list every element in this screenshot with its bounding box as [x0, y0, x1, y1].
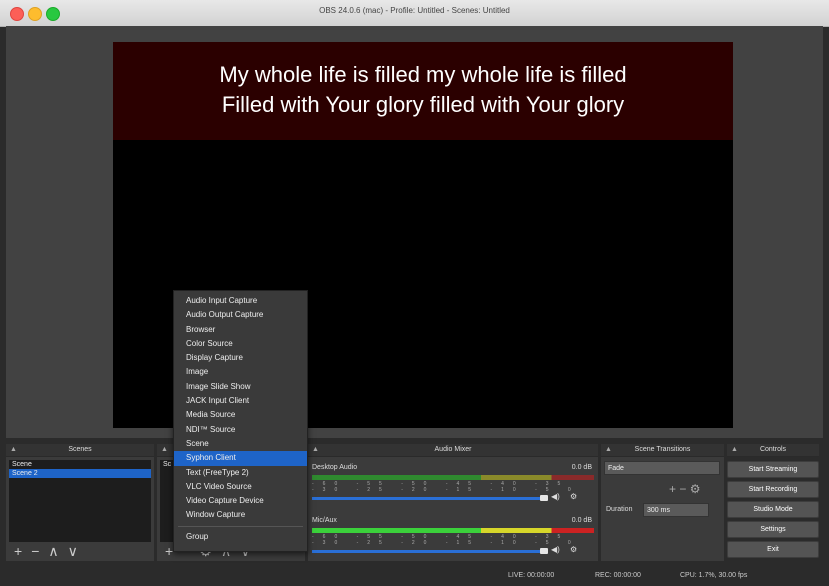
audio-mixer-header: ▲ Audio Mixer — [308, 444, 598, 457]
menu-item-image[interactable]: Image — [174, 365, 307, 379]
remove-transition-button[interactable]: − — [679, 482, 686, 496]
duration-field[interactable]: 300 ms — [643, 503, 709, 517]
lyrics-banner: My whole life is filled my whole life is… — [113, 42, 733, 140]
rec-timer: REC: 00:00:00 — [595, 572, 641, 579]
cpu-fps: CPU: 1.7%, 30.00 fps — [680, 572, 748, 579]
scene-item[interactable]: Scene — [9, 460, 151, 469]
menu-item-jack-input-client[interactable]: JACK Input Client — [174, 394, 307, 408]
volume-slider[interactable] — [312, 550, 544, 553]
menu-item-browser[interactable]: Browser — [174, 323, 307, 337]
menu-item-ndi-source[interactable]: NDI™ Source — [174, 423, 307, 437]
volume-slider-handle[interactable] — [540, 548, 548, 554]
exit-button[interactable]: Exit — [727, 541, 819, 558]
menu-separator — [178, 525, 303, 527]
menu-item-media-source[interactable]: Media Source — [174, 408, 307, 422]
settings-button[interactable]: Settings — [727, 521, 819, 538]
transition-settings-icon[interactable]: ⚙ — [690, 482, 701, 496]
add-scene-button[interactable]: + — [14, 543, 22, 559]
volume-meter-active — [312, 528, 594, 533]
menu-item-display-capture[interactable]: Display Capture — [174, 351, 307, 365]
dock-float-icon[interactable]: ▲ — [605, 444, 612, 456]
window-title: OBS 24.0.6 (mac) - Profile: Untitled - S… — [319, 6, 510, 15]
add-source-menu: Audio Input Capture Audio Output Capture… — [173, 290, 308, 552]
scenes-list[interactable]: Scene Scene 2 — [9, 460, 151, 542]
controls-header: ▲ Controls — [727, 444, 819, 457]
dock-float-icon[interactable]: ▲ — [731, 444, 738, 456]
controls-title: Controls — [759, 446, 787, 453]
lyrics-line-1: My whole life is filled my whole life is… — [219, 62, 627, 87]
start-recording-button[interactable]: Start Recording — [727, 481, 819, 498]
remove-scene-button[interactable]: − — [31, 543, 39, 559]
scene-transitions-dock: ▲ Scene Transitions Fade + − ⚙ Duration 3… — [601, 444, 724, 561]
gear-icon[interactable]: ⚙ — [570, 545, 577, 554]
scene-transitions-title: Scene Transitions — [634, 446, 691, 453]
add-transition-button[interactable]: + — [669, 482, 676, 496]
volume-slider[interactable] — [312, 497, 544, 500]
volume-meter — [312, 475, 594, 480]
menu-item-syphon-client[interactable]: Syphon Client — [174, 451, 307, 466]
audio-mixer-dock: ▲ Audio Mixer Desktop Audio 0.0 dB -60 -5… — [308, 444, 598, 561]
channel-db: 0.0 dB — [571, 517, 592, 524]
duration-label: Duration — [606, 506, 633, 513]
speaker-icon[interactable]: ◀) — [551, 545, 560, 554]
scenes-dock-header: ▲ Scenes — [6, 444, 154, 457]
add-source-button[interactable]: + — [165, 543, 173, 559]
move-scene-up-button[interactable]: ∧ — [48, 543, 58, 559]
speaker-icon[interactable]: ◀) — [551, 492, 560, 501]
scene-item-selected[interactable]: Scene 2 — [9, 469, 151, 478]
live-timer: LIVE: 00:00:00 — [508, 572, 555, 579]
transition-select[interactable]: Fade — [604, 461, 720, 475]
gear-icon[interactable]: ⚙ — [570, 492, 577, 501]
dock-float-icon[interactable]: ▲ — [10, 444, 17, 456]
scene-transitions-header: ▲ Scene Transitions — [601, 444, 724, 457]
scenes-dock: ▲ Scenes Scene Scene 2 + − ∧ ∨ — [6, 444, 154, 561]
menu-item-audio-input-capture[interactable]: Audio Input Capture — [174, 294, 307, 308]
menu-item-group[interactable]: Group — [174, 530, 307, 544]
start-streaming-button[interactable]: Start Streaming — [727, 461, 819, 478]
menu-item-vlc-video-source[interactable]: VLC Video Source — [174, 480, 307, 494]
preview-area: My whole life is filled my whole life is… — [6, 26, 823, 438]
menu-item-image-slide-show[interactable]: Image Slide Show — [174, 380, 307, 394]
audio-mixer-title: Audio Mixer — [434, 446, 472, 453]
lyrics-line-2: Filled with Your glory filled with Your … — [221, 92, 625, 117]
title-bar: OBS 24.0.6 (mac) - Profile: Untitled - S… — [0, 0, 829, 27]
channel-db: 0.0 dB — [571, 464, 592, 471]
status-bar: LIVE: 00:00:00 REC: 00:00:00 CPU: 1.7%, … — [0, 566, 829, 586]
menu-item-text-freetype[interactable]: Text (FreeType 2) — [174, 466, 307, 480]
dock-float-icon[interactable]: ▲ — [161, 444, 168, 456]
menu-item-window-capture[interactable]: Window Capture — [174, 508, 307, 522]
move-scene-down-button[interactable]: ∨ — [68, 543, 78, 559]
menu-item-video-capture-device[interactable]: Video Capture Device — [174, 494, 307, 508]
channel-name: Desktop Audio — [312, 464, 358, 471]
channel-name: Mic/Aux — [312, 517, 337, 524]
menu-item-color-source[interactable]: Color Source — [174, 337, 307, 351]
dock-float-icon[interactable]: ▲ — [312, 444, 319, 456]
scenes-title: Scenes — [68, 446, 92, 453]
studio-mode-button[interactable]: Studio Mode — [727, 501, 819, 518]
menu-item-audio-output-capture[interactable]: Audio Output Capture — [174, 308, 307, 322]
menu-item-scene[interactable]: Scene — [174, 437, 307, 451]
volume-slider-handle[interactable] — [540, 495, 548, 501]
